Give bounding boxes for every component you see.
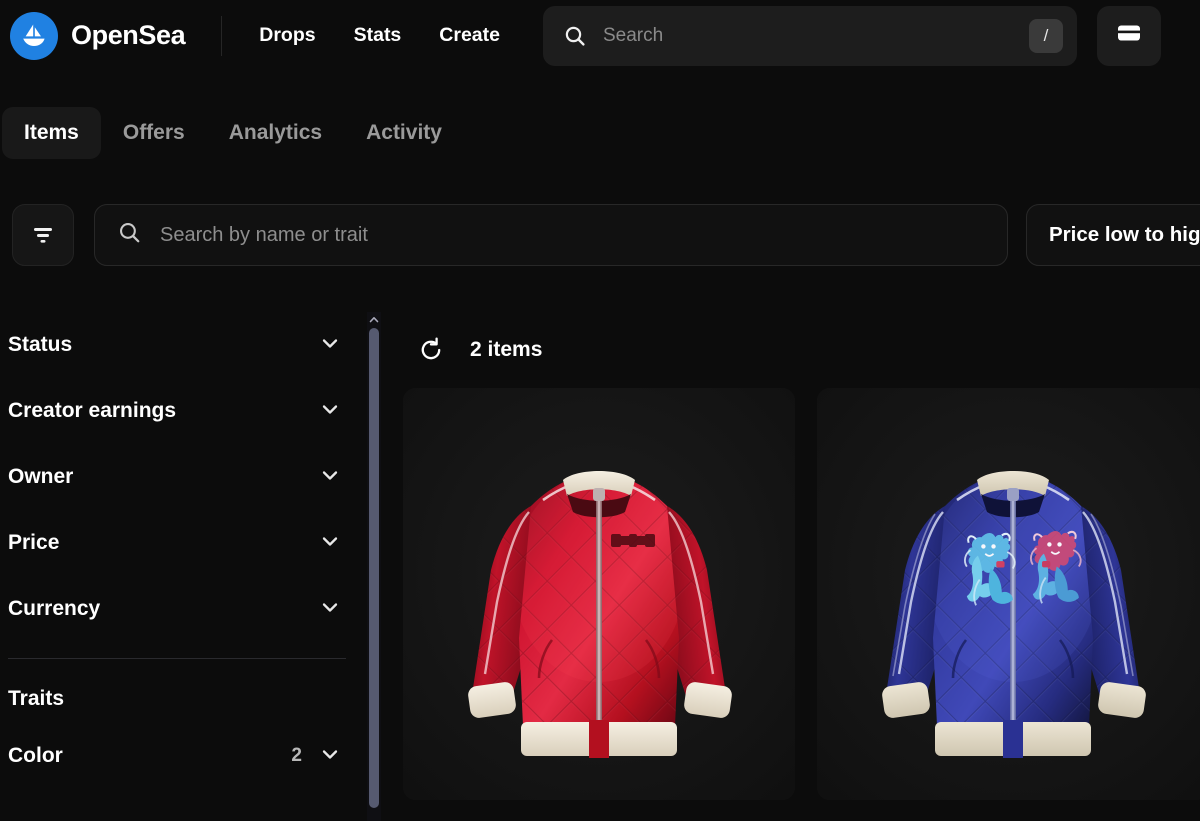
chevron-down-icon xyxy=(318,331,342,360)
chevron-down-icon xyxy=(318,463,342,492)
sidebar-divider xyxy=(8,658,346,659)
chevron-down-icon xyxy=(318,742,342,771)
nav-link-stats[interactable]: Stats xyxy=(335,15,421,56)
chevron-up-icon[interactable] xyxy=(367,312,381,328)
nav-link-create[interactable]: Create xyxy=(420,15,519,56)
trait-search-container[interactable] xyxy=(94,204,1008,266)
filter-group-color[interactable]: Color 2 xyxy=(6,723,358,789)
search-icon xyxy=(563,24,587,48)
filter-group-price[interactable]: Price xyxy=(6,510,358,576)
items-count-label: 2 items xyxy=(470,338,543,361)
tab-offers[interactable]: Offers xyxy=(101,107,207,159)
filter-group-label: Status xyxy=(8,333,73,356)
items-header: 2 items xyxy=(400,312,1200,388)
tab-analytics[interactable]: Analytics xyxy=(207,107,344,159)
tab-items[interactable]: Items xyxy=(2,107,101,159)
filter-group-status[interactable]: Status xyxy=(6,312,358,378)
nav-divider xyxy=(221,15,223,56)
primary-nav: Drops Stats Create xyxy=(240,15,519,56)
nav-link-drops[interactable]: Drops xyxy=(240,15,334,56)
filter-group-label: Price xyxy=(8,531,60,554)
items-grid xyxy=(400,388,1200,800)
scrollbar-thumb[interactable] xyxy=(369,328,379,808)
search-shortcut-badge: / xyxy=(1028,18,1063,53)
item-image-red-quilted-bomber-jacket xyxy=(403,388,795,800)
filter-icon xyxy=(30,220,56,251)
item-card-blue-jacket[interactable] xyxy=(817,388,1200,800)
filter-group-label: Creator earnings xyxy=(8,399,177,422)
trait-count-badge: 2 xyxy=(291,745,302,766)
trait-search-input[interactable] xyxy=(142,223,985,247)
sort-dropdown-button[interactable]: Price low to high xyxy=(1026,204,1200,266)
wallet-icon xyxy=(1114,18,1144,53)
items-main-panel: 2 items xyxy=(400,312,1200,821)
chevron-down-icon xyxy=(318,529,342,558)
chevron-down-icon xyxy=(318,397,342,426)
traits-section-title: Traits xyxy=(8,687,65,710)
wallet-button[interactable] xyxy=(1096,5,1161,66)
global-search-input[interactable] xyxy=(586,24,1029,47)
item-image-blue-souvenir-tiger-jacket xyxy=(817,388,1200,800)
filter-group-creator-earnings[interactable]: Creator earnings xyxy=(6,378,358,444)
tab-activity[interactable]: Activity xyxy=(344,107,464,159)
brand-name: OpenSea xyxy=(71,20,186,50)
item-card-red-jacket[interactable] xyxy=(403,388,795,800)
collection-tabs: Items Offers Analytics Activity xyxy=(0,100,1200,166)
filter-group-currency[interactable]: Currency xyxy=(6,576,358,642)
global-search-container[interactable]: / xyxy=(542,5,1077,66)
refresh-icon[interactable] xyxy=(416,335,446,365)
filter-group-label: Currency xyxy=(8,597,101,620)
sidebar-scrollbar[interactable] xyxy=(367,312,381,821)
filter-group-label: Color xyxy=(8,744,63,767)
sailboat-icon xyxy=(10,11,58,60)
brand-home-link[interactable]: OpenSea xyxy=(0,11,186,60)
sort-dropdown-label: Price low to high xyxy=(1049,223,1200,246)
filter-group-label: Owner xyxy=(8,465,74,488)
chevron-down-icon xyxy=(318,595,342,624)
items-toolbar: Price low to high xyxy=(0,202,1200,268)
search-icon xyxy=(117,220,142,250)
filter-group-owner[interactable]: Owner xyxy=(6,444,358,510)
top-navigation-bar: OpenSea Drops Stats Create / xyxy=(0,0,1200,71)
filters-sidebar: Status Creator earnings Owner Price Curr… xyxy=(0,312,366,821)
filter-toggle-button[interactable] xyxy=(12,204,74,266)
